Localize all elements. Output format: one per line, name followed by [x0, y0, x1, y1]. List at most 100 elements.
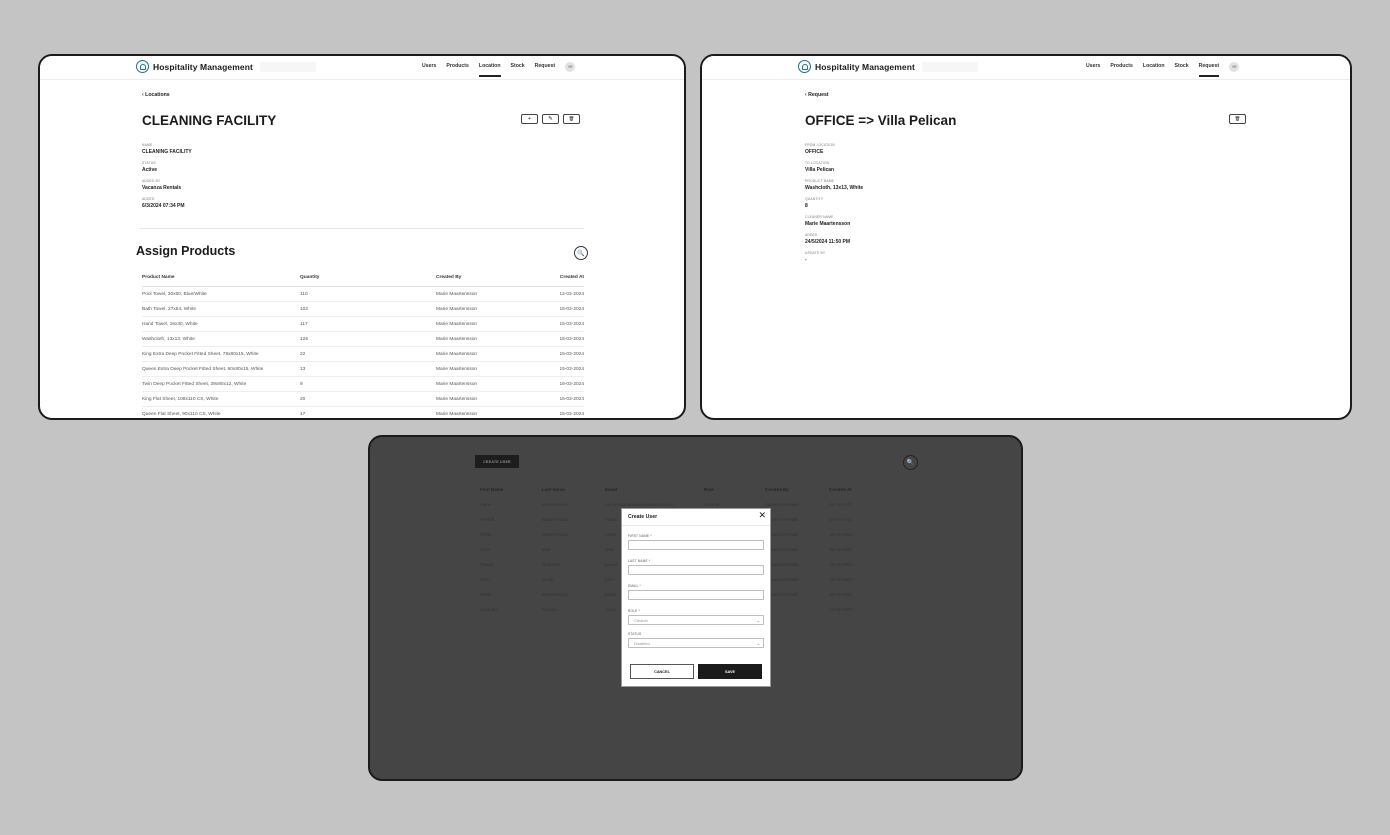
table-cell: Bath Towel, 27x54, White: [142, 301, 300, 317]
table-cell: Marie Maartensson: [436, 376, 529, 392]
table-row[interactable]: Hand Towel, 16x30, White 117 Marie Maarten…: [142, 316, 584, 332]
table-row[interactable]: King Flat Sheet, 108x110 CS, White 20 Mari…: [142, 391, 584, 407]
location-fields: NAME CLEANING FACILITY STATUS Active ADDED…: [142, 143, 192, 215]
save-button[interactable]: SAVE: [698, 664, 762, 679]
nav-products[interactable]: Products: [446, 63, 468, 72]
column-header[interactable]: Created At: [829, 481, 909, 497]
back-label: Locations: [145, 92, 170, 98]
nav-location[interactable]: Location: [478, 63, 501, 77]
modal-title: Create User: [628, 514, 658, 520]
column-header[interactable]: Created By: [436, 269, 529, 287]
table-cell: 126: [300, 331, 436, 347]
table-cell: Marie Maartensson: [436, 301, 529, 317]
nav-users[interactable]: Users: [422, 63, 436, 72]
chevron-right-icon[interactable]: ›: [909, 542, 919, 557]
logo-icon: [798, 60, 811, 73]
first-name-label: FIRST NAME *: [628, 534, 652, 538]
table-cell: Renton: [542, 607, 557, 612]
search-icon: 🔍: [906, 460, 915, 466]
table-row[interactable]: King Extra Deep Pocket Fitted Sheet, 78x…: [142, 346, 584, 362]
column-header[interactable]: Role: [704, 481, 765, 497]
chevron-right-icon[interactable]: ›: [909, 572, 919, 587]
first-name-field[interactable]: [628, 540, 764, 550]
table-cell: John: [480, 577, 490, 582]
table-cell: Marie Maartensson: [436, 286, 529, 302]
back-link[interactable]: ‹ Request: [805, 92, 829, 98]
field-label: ADDED: [805, 233, 818, 237]
table-row[interactable]: Bath Towel, 27x54, White 102 Marie Maarten…: [142, 301, 584, 317]
column-header[interactable]: Email: [605, 481, 704, 497]
field-label: UPDATE BY: [805, 251, 826, 255]
products-table: Product Name Quantity Created By Created…: [142, 269, 584, 418]
nav-location[interactable]: Location: [1143, 63, 1165, 72]
table-cell: Twin Deep Pocket Fitted Sheet, 39x80x12,…: [142, 376, 300, 392]
nav-users[interactable]: Users: [1086, 63, 1100, 72]
status-select[interactable]: Disabled ⌄: [628, 638, 764, 648]
nav-request[interactable]: Request: [1198, 63, 1220, 77]
close-icon[interactable]: ✕: [758, 510, 766, 521]
email-field[interactable]: [628, 590, 764, 600]
pencil-icon: ✎: [548, 116, 553, 122]
role-label: ROLE *: [628, 609, 641, 613]
table-row[interactable]: Queen Flat Sheet, 90x110 CS, White 17 Mari…: [142, 406, 584, 418]
table-cell: Pauwli: [480, 562, 494, 567]
add-button[interactable]: +: [521, 114, 538, 124]
field-label: ADDED: [142, 197, 155, 201]
back-link[interactable]: ‹ Locations: [142, 92, 170, 98]
table-cell: 110: [300, 286, 436, 302]
nav-stock[interactable]: Stock: [1175, 63, 1189, 72]
edit-button[interactable]: ✎: [542, 114, 559, 124]
avatar[interactable]: VR: [1229, 62, 1240, 72]
table-cell: 06-03-2024: [829, 577, 853, 582]
table-cell: Smith: [542, 577, 554, 582]
chevron-right-icon[interactable]: ›: [909, 512, 919, 527]
chevron-right-icon[interactable]: ›: [909, 557, 919, 572]
brand[interactable]: Hospitality Management: [136, 60, 253, 73]
field-value: OFFICE: [805, 149, 824, 155]
table-cell: Vacanza Rentals: [765, 547, 799, 552]
search-input[interactable]: [260, 62, 316, 72]
nav-request[interactable]: Request: [535, 63, 555, 72]
last-name-label: LAST NAME *: [628, 559, 651, 563]
column-header[interactable]: Product Name: [142, 269, 300, 287]
logo-icon: [136, 60, 149, 73]
chevron-right-icon[interactable]: ›: [909, 527, 919, 542]
nav-stock[interactable]: Stock: [511, 63, 525, 72]
column-header[interactable]: Created By: [765, 481, 829, 497]
delete-button[interactable]: 🗑: [563, 114, 580, 124]
search-button[interactable]: 🔍: [574, 246, 588, 260]
column-header[interactable]: Quantity: [300, 269, 436, 287]
chevron-right-icon[interactable]: ›: [909, 587, 919, 602]
table-cell: Marie Maartensson: [436, 361, 529, 377]
create-user-button[interactable]: CREATE USER: [475, 455, 519, 468]
divider: [622, 525, 770, 526]
chevron-right-icon[interactable]: ›: [909, 602, 919, 617]
chevron-right-icon[interactable]: ›: [909, 497, 919, 512]
search-button[interactable]: 🔍: [903, 455, 918, 470]
search-input[interactable]: [922, 62, 978, 72]
table-cell: 15-03-2024: [528, 346, 584, 362]
role-value: Cleaner: [634, 618, 649, 623]
brand-name: Hospitality Management: [815, 61, 915, 72]
table-cell: Vacanza Rentals: [765, 562, 799, 567]
column-header[interactable]: Created At: [528, 269, 584, 287]
table-row[interactable]: Pool Towel, 30x60, Blue/White 110 Marie Ma…: [142, 286, 584, 302]
delete-button[interactable]: 🗑: [1229, 114, 1246, 124]
section-title: Assign Products: [136, 244, 236, 258]
table-row[interactable]: Twin Deep Pocket Fitted Sheet, 39x80x12,…: [142, 376, 584, 392]
table-cell: Veronika: [480, 607, 498, 612]
page-title: CLEANING FACILITY: [142, 113, 277, 128]
table-row[interactable]: Washcloth, 13x13, White 126 Marie Maartens…: [142, 331, 584, 347]
column-header[interactable]: First Name: [480, 481, 542, 497]
table-cell: 15-03-2024: [528, 361, 584, 377]
nav-products[interactable]: Products: [1110, 63, 1132, 72]
last-name-field[interactable]: [628, 565, 764, 575]
table-cell: 17: [300, 406, 436, 418]
role-select[interactable]: Cleaner ⌄: [628, 615, 764, 625]
table-row[interactable]: Queen Extra Deep Pocket Fitted Sheet, 60…: [142, 361, 584, 377]
avatar[interactable]: VR: [565, 62, 576, 72]
column-header[interactable]: Last Name: [542, 481, 605, 497]
cancel-button[interactable]: CANCEL: [630, 664, 694, 679]
users-window: CREATE USER 🔍 First Name Last Name Email…: [368, 435, 1023, 781]
brand[interactable]: Hospitality Management: [798, 60, 915, 73]
